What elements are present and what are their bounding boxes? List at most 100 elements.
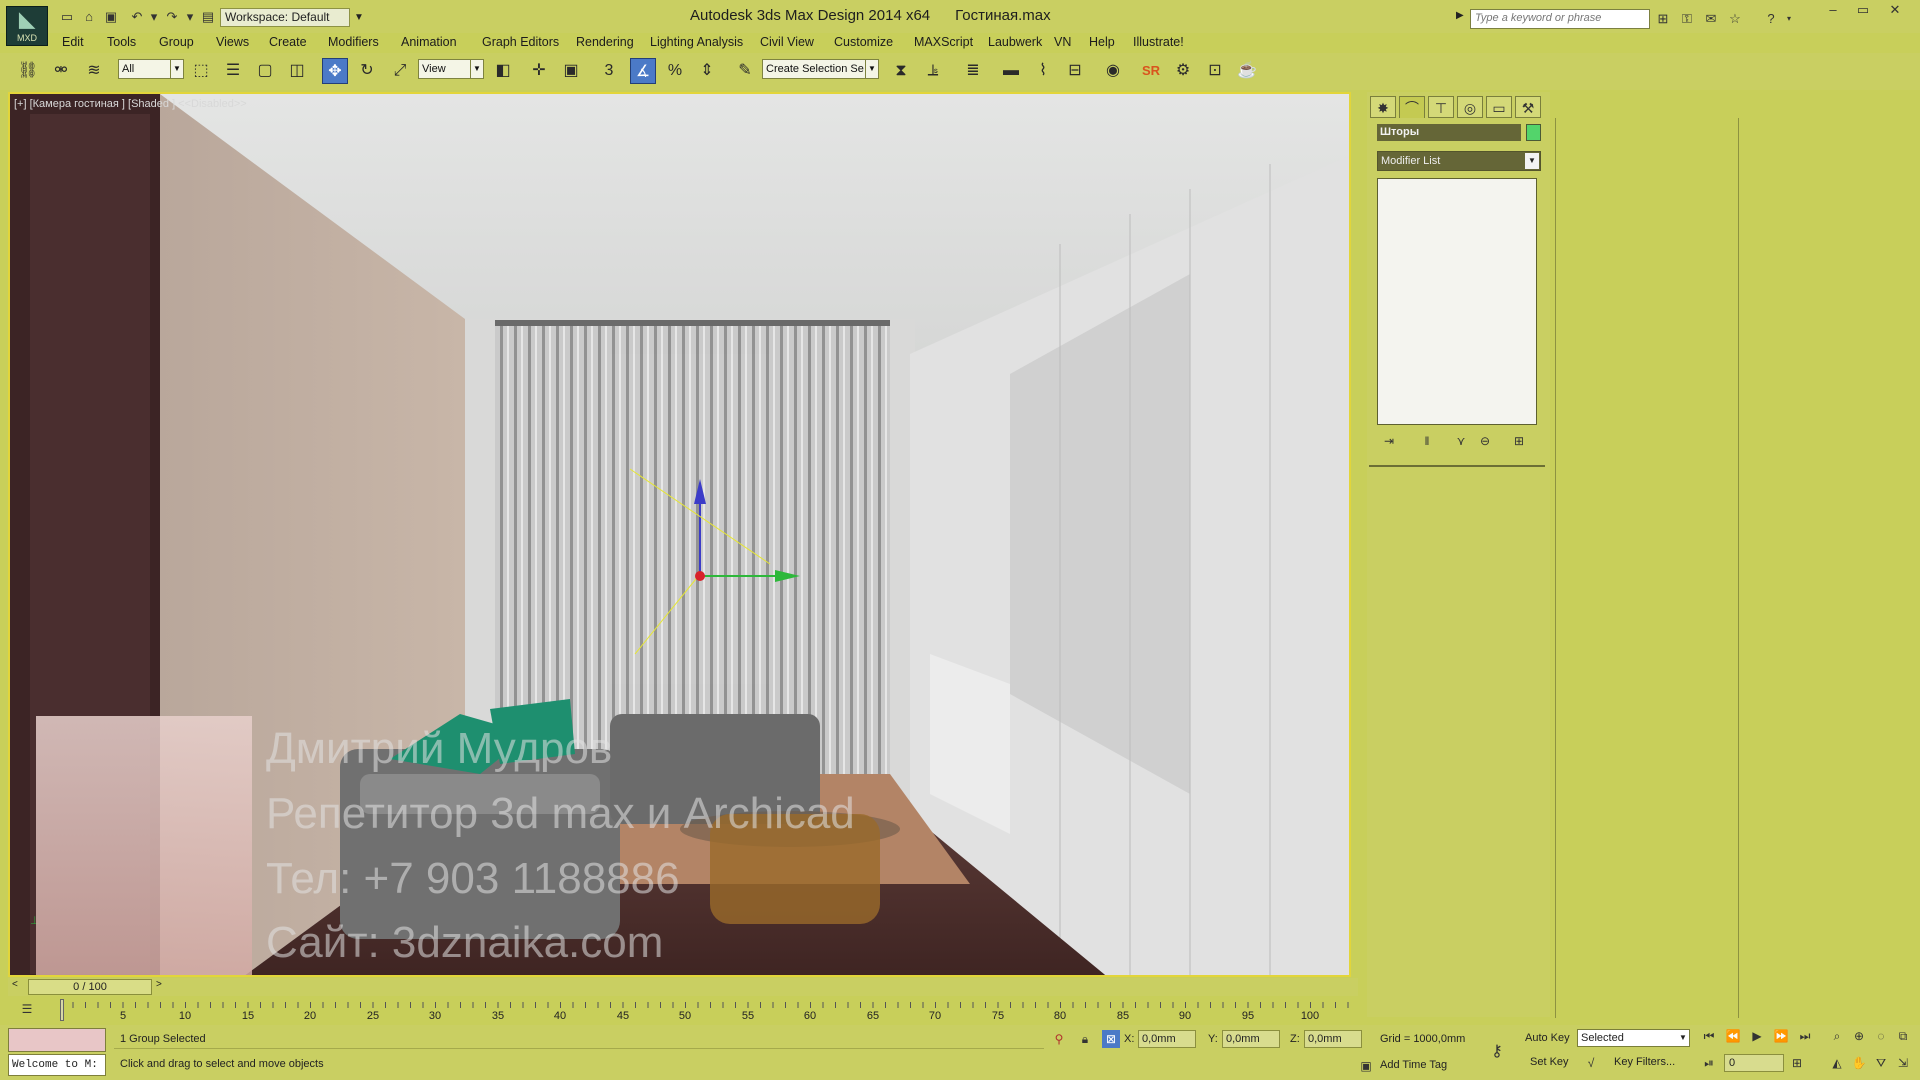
zoom-icon[interactable]: ⌕ [1828,1027,1846,1045]
show-end-result-icon[interactable]: ‖ [1417,432,1437,450]
track-bar-current-frame[interactable] [60,999,64,1021]
object-name-field[interactable]: Шторы [1377,124,1521,141]
curve-editor-icon[interactable]: ⌇ [1030,58,1056,84]
search-expand-icon[interactable]: ▶ [1456,10,1464,21]
x-coord-field[interactable]: 0,0mm [1138,1030,1196,1048]
rectangle-selection-icon[interactable]: ▢ [252,58,278,84]
next-key-icon[interactable]: ⏩ [1772,1027,1790,1045]
graphite-ribbon-icon[interactable]: ▬ [998,58,1024,84]
application-menu-button[interactable]: ◣ MXD [6,6,48,46]
unlink-icon[interactable]: ⚮ [48,58,74,84]
time-configuration-icon[interactable]: ⊞ [1788,1054,1806,1072]
menu-help[interactable]: Help [1089,33,1115,51]
play-icon[interactable]: ▶ [1748,1027,1766,1045]
camera-viewport[interactable]: [+] [Камера гостиная ] [Shaded ] <<Disab… [8,92,1351,977]
menu-views[interactable]: Views [216,33,249,51]
make-unique-icon[interactable]: ⋎ [1451,432,1471,450]
mini-curve-editor-icon[interactable]: ☰ [18,1000,36,1018]
maxscript-listener-input[interactable] [8,1028,106,1052]
maxscript-listener-output[interactable]: Welcome to M: [8,1054,106,1076]
current-frame-field[interactable]: 0 [1724,1054,1784,1072]
go-to-end-icon[interactable]: ⏭ [1796,1027,1814,1045]
modifier-list-dropdown[interactable]: Modifier List ▼ [1377,151,1541,171]
keyboard-shortcut-override-icon[interactable]: ▣ [558,58,584,84]
menu-animation[interactable]: Animation [401,33,457,51]
edit-named-selection-icon[interactable]: ✎ [732,58,758,84]
create-tab-icon[interactable]: ✸ [1370,96,1396,118]
display-tab-icon[interactable]: ▭ [1486,96,1512,118]
next-frame-icon[interactable]: > [156,979,162,990]
communication-center-icon[interactable]: ✉ [1702,10,1720,28]
menu-vn[interactable]: VN [1054,33,1071,51]
time-slider[interactable]: < 0 / 100 > [8,978,1358,996]
menu-graph-editors[interactable]: Graph Editors [482,33,559,51]
menu-laubwerk[interactable]: Laubwerk [988,33,1042,51]
selection-filter-dropdown[interactable]: All ▼ [118,59,184,79]
time-tag-icon[interactable]: ▣ [1357,1057,1375,1075]
select-by-name-icon[interactable]: ☰ [220,58,246,84]
schematic-view-icon[interactable]: ⊟ [1062,58,1088,84]
redo-icon[interactable]: ↷ [163,9,181,25]
field-of-view-icon[interactable]: ◭ [1828,1054,1846,1072]
auto-key-button[interactable]: Auto Key [1525,1032,1570,1044]
slate-render-icon[interactable]: SR [1138,58,1164,84]
save-file-icon[interactable]: ▣ [102,9,120,25]
manipulate-icon[interactable]: ✛ [526,58,552,84]
link-icon[interactable]: ⛓ [15,58,41,84]
utilities-tab-icon[interactable]: ⚒ [1515,96,1541,118]
add-time-tag-button[interactable]: Add Time Tag [1380,1059,1447,1071]
redo-dropdown-icon[interactable]: ▾ [181,9,199,25]
menu-illustrate[interactable]: Illustrate! [1133,33,1184,51]
undo-icon[interactable]: ↶ [128,9,146,25]
z-coord-field[interactable]: 0,0mm [1304,1030,1362,1048]
infocenter-search-input[interactable]: Type a keyword or phrase [1470,9,1650,29]
favorites-star-icon[interactable]: ☆ [1726,10,1744,28]
spinner-snap-icon[interactable]: ⇕ [694,58,720,84]
select-and-scale-icon[interactable]: ⤢ [387,58,413,84]
maximize-viewport-icon[interactable]: ⧉ [1894,1027,1912,1045]
named-selection-dropdown[interactable]: Create Selection Se ▼ [762,59,879,79]
binoculars-icon[interactable]: ⊞ [1654,10,1672,28]
zoom-all-icon[interactable]: ⊕ [1850,1027,1868,1045]
default-in-out-tangent-icon[interactable]: √ [1582,1054,1600,1072]
snaps-toggle-icon[interactable]: 3 [596,58,622,84]
menu-edit[interactable]: Edit [62,33,84,51]
previous-frame-icon[interactable]: < [12,979,18,990]
previous-key-icon[interactable]: ⏪ [1724,1027,1742,1045]
set-key-button[interactable]: Set Key [1530,1056,1569,1068]
chevron-down-icon[interactable]: ▼ [352,9,366,27]
set-key-icon[interactable]: ⚷ [1488,1043,1506,1061]
pivot-center-icon[interactable]: ◧ [490,58,516,84]
percent-snap-icon[interactable]: % [662,58,688,84]
subscription-center-icon[interactable]: ⚿ [1678,10,1696,28]
menu-civil-view[interactable]: Civil View [760,33,814,51]
menu-modifiers[interactable]: Modifiers [328,33,379,51]
orbit-icon[interactable]: ◌ [1872,1027,1890,1045]
menu-group[interactable]: Group [159,33,194,51]
key-mode-toggle-icon[interactable]: ⏯ [1700,1054,1718,1072]
menu-lighting-analysis[interactable]: Lighting Analysis [650,33,743,51]
material-editor-icon[interactable]: ◉ [1100,58,1126,84]
close-button[interactable]: ✕ [1880,2,1910,20]
help-icon[interactable]: ? [1762,10,1780,28]
project-folder-icon[interactable]: ▤ [199,9,217,25]
menu-tools[interactable]: Tools [107,33,136,51]
workspace-dropdown[interactable]: Workspace: Default [220,8,350,27]
pan-icon[interactable]: ✋ [1850,1054,1868,1072]
layer-manager-icon[interactable]: ≣ [960,58,986,84]
object-color-swatch[interactable] [1526,124,1541,141]
key-mode-dropdown[interactable]: Selected ▼ [1577,1029,1690,1047]
absolute-mode-icon[interactable]: ⊠ [1102,1030,1120,1048]
undo-dropdown-icon[interactable]: ▾ [145,9,163,25]
dolly-icon[interactable]: ⇲ [1894,1054,1912,1072]
new-file-icon[interactable]: ▭ [58,9,76,25]
walk-through-icon[interactable]: ⛛ [1872,1054,1890,1072]
pin-stack-icon[interactable]: ⇥ [1379,432,1399,450]
modifier-stack-list[interactable] [1377,178,1537,425]
menu-create[interactable]: Create [269,33,307,51]
menu-maxscript[interactable]: MAXScript [914,33,973,51]
reference-coordinate-dropdown[interactable]: View ▼ [418,59,484,79]
hierarchy-tab-icon[interactable]: ⊤ [1428,96,1454,118]
modify-tab-icon[interactable]: ⌒ [1399,96,1425,118]
menu-customize[interactable]: Customize [834,33,893,51]
